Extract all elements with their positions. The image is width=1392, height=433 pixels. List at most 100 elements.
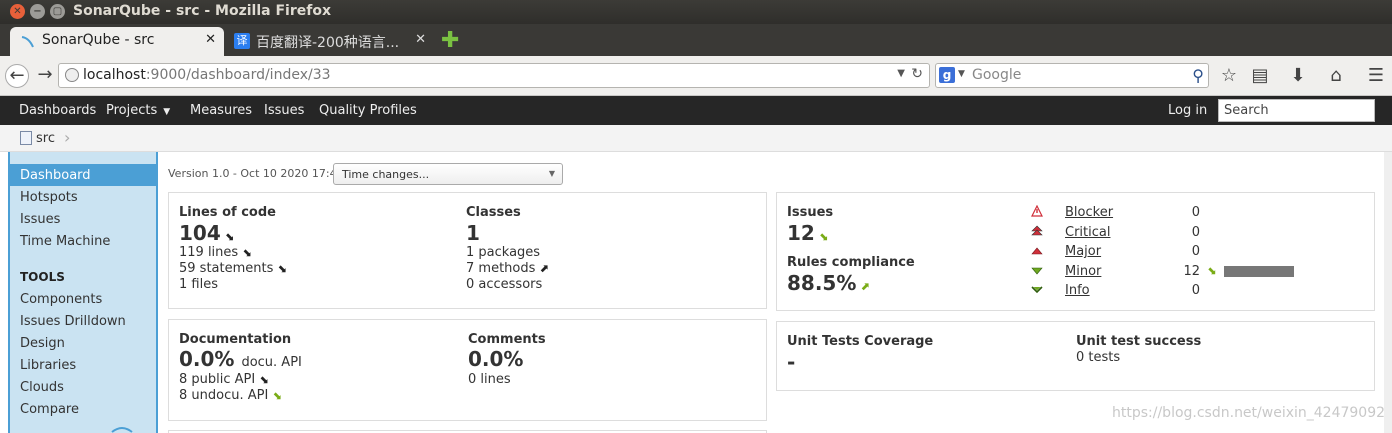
classes-methods[interactable]: 7 methods ⬈ (466, 261, 549, 276)
trend-up-icon: ⬈ (539, 262, 549, 275)
watermark: https://blog.csdn.net/weixin_42479092 (1112, 405, 1386, 421)
classes-value[interactable]: 1 (466, 221, 480, 245)
sonar-search-input[interactable]: Search (1218, 99, 1375, 122)
info-icon (1031, 286, 1043, 294)
sidebar-item-components[interactable]: Components (10, 288, 156, 310)
reading-list-icon[interactable]: ▤ (1248, 64, 1272, 88)
severity-major-link[interactable]: Major (1065, 244, 1101, 259)
close-tab-icon[interactable]: ✕ (415, 32, 426, 47)
rules-compliance-value[interactable]: 88.5% ⬈ (787, 271, 870, 295)
loc-value[interactable]: 104 ⬊ (179, 221, 234, 245)
loc-statements[interactable]: 59 statements ⬊ (179, 261, 287, 276)
sidebar-item-issues[interactable]: Issues (10, 208, 156, 230)
doc-undocumented-api[interactable]: 8 undocu. API ⬊ (179, 388, 282, 403)
sonarqube-navbar: Dashboards Projects ▼ Measures Issues Qua… (0, 96, 1392, 125)
trend-down-icon: ⬊ (242, 246, 252, 259)
comments-title: Comments (468, 332, 546, 347)
sidebar-item-time-machine[interactable]: Time Machine (10, 230, 156, 252)
nav-dashboards[interactable]: Dashboards (19, 103, 96, 118)
nav-quality-profiles[interactable]: Quality Profiles (319, 103, 417, 118)
minor-bar-track (1224, 266, 1294, 277)
trend-up-green-icon: ⬈ (860, 280, 870, 293)
globe-icon (65, 68, 79, 82)
test-success-value: 0 tests (1076, 350, 1121, 365)
sidebar-item-issues-drilldown[interactable]: Issues Drilldown (10, 310, 156, 332)
engine-dropdown-icon[interactable]: ▼ (958, 69, 965, 79)
time-changes-select[interactable]: Time changes... ▼ (333, 163, 563, 185)
doc-title: Documentation (179, 332, 292, 347)
sonar-logo-icon (111, 427, 133, 433)
sidebar-item-clouds[interactable]: Clouds (10, 376, 156, 398)
bookmark-star-icon[interactable]: ☆ (1217, 64, 1241, 88)
breadcrumb-project[interactable]: src (36, 131, 55, 146)
documentation-widget: Documentation 0.0% docu. API 8 public AP… (168, 319, 767, 421)
tab-sonarqube[interactable]: SonarQube - src ✕ (10, 27, 224, 56)
back-arrow-icon[interactable]: ← (5, 64, 29, 88)
maximize-window-button[interactable]: ▢ (50, 4, 65, 19)
reload-icon[interactable]: ↻ (911, 66, 923, 82)
breadcrumb: src › (0, 125, 1392, 152)
critical-icon (1031, 225, 1043, 236)
rules-compliance-number: 88.5% (787, 271, 857, 295)
browser-navbar: ← → localhost:9000/dashboard/index/33 ▼ … (0, 56, 1392, 96)
close-window-button[interactable]: ✕ (10, 4, 25, 19)
sidebar-tools-heading: TOOLS (20, 270, 65, 284)
downloads-icon[interactable]: ⬇ (1286, 64, 1310, 88)
minimize-window-button[interactable]: − (30, 4, 45, 19)
sidebar-item-compare[interactable]: Compare (10, 398, 156, 420)
forward-arrow-icon[interactable]: → (33, 64, 57, 88)
trend-down-icon: ⬊ (277, 262, 287, 275)
tab-baidu-translate[interactable]: 译 百度翻译-200种语言... ✕ (224, 27, 434, 56)
loc-lines[interactable]: 119 lines ⬊ (179, 245, 251, 260)
url-text: localhost:9000/dashboard/index/33 (83, 67, 331, 83)
coverage-value: - (787, 350, 796, 374)
sidebar-item-dashboard[interactable]: Dashboard (10, 164, 156, 186)
nav-issues[interactable]: Issues (264, 103, 304, 118)
google-icon[interactable]: g (939, 67, 955, 83)
login-link[interactable]: Log in (1168, 103, 1207, 118)
severity-info-link[interactable]: Info (1065, 283, 1090, 298)
doc-value[interactable]: 0.0% docu. API (179, 347, 302, 371)
size-widget: Lines of code 104 ⬊ 119 lines ⬊ 59 stateme… (168, 192, 767, 309)
nav-projects-label: Projects (106, 103, 158, 118)
tab-label: 百度翻译-200种语言... (256, 35, 400, 51)
doc-unit: docu. API (241, 355, 302, 370)
nav-projects[interactable]: Projects ▼ (106, 103, 170, 118)
close-tab-icon[interactable]: ✕ (205, 32, 216, 47)
severity-minor-link[interactable]: Minor (1065, 264, 1101, 279)
nav-measures[interactable]: Measures (190, 103, 252, 118)
url-host: localhost (83, 67, 146, 83)
sidebar: Dashboard Hotspots Issues Time Machine T… (8, 152, 158, 433)
url-bar[interactable]: localhost:9000/dashboard/index/33 ▼ ↻ (58, 63, 930, 88)
trend-down-green-icon: ⬊ (818, 230, 829, 243)
menu-icon[interactable]: ☰ (1364, 64, 1388, 88)
search-icon[interactable]: ⚲ (1192, 66, 1204, 85)
sidebar-item-design[interactable]: Design (10, 332, 156, 354)
severity-blocker-count: 0 (1191, 205, 1200, 220)
new-tab-icon[interactable]: ✚ (441, 28, 459, 53)
severity-minor-count: 12 (1183, 264, 1200, 279)
severity-critical-link[interactable]: Critical (1065, 225, 1110, 240)
sidebar-item-hotspots[interactable]: Hotspots (10, 186, 156, 208)
url-dropdown-icon[interactable]: ▼ (897, 68, 905, 79)
classes-accessors[interactable]: 0 accessors (466, 277, 542, 292)
doc-percent: 0.0% (179, 347, 235, 371)
classes-packages[interactable]: 1 packages (466, 245, 540, 260)
window-title: SonarQube - src - Mozilla Firefox (73, 3, 331, 19)
sidebar-item-libraries[interactable]: Libraries (10, 354, 156, 376)
comments-lines[interactable]: 0 lines (468, 372, 511, 387)
classes-methods-text: 7 methods (466, 261, 536, 276)
severity-blocker-link[interactable]: Blocker (1065, 205, 1113, 220)
chevron-down-icon: ▼ (548, 169, 555, 178)
sonarqube-tab-icon (21, 36, 34, 48)
page-scrollbar[interactable] (1384, 152, 1392, 433)
issues-value[interactable]: 12 ⬊ (787, 221, 828, 245)
loc-files[interactable]: 1 files (179, 277, 218, 292)
home-icon[interactable]: ⌂ (1324, 64, 1348, 88)
comments-value[interactable]: 0.0% (468, 347, 523, 371)
tab-strip: SonarQube - src ✕ 译 百度翻译-200种语言... ✕ ✚ (0, 24, 1392, 56)
issues-number: 12 (787, 221, 815, 245)
web-search-bar[interactable]: g ▼ Google ⚲ (935, 63, 1209, 88)
trend-down-icon: ⬊ (224, 230, 234, 243)
doc-public-api[interactable]: 8 public API ⬊ (179, 372, 268, 387)
